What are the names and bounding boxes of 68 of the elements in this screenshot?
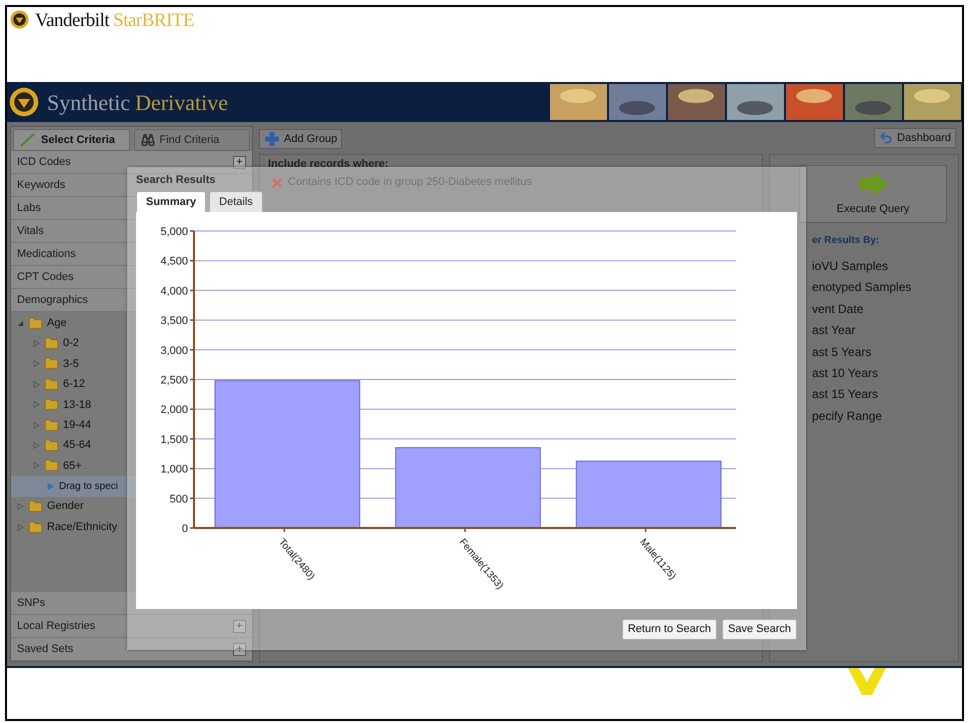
filter-option[interactable]: enotyped Samples bbox=[812, 277, 912, 299]
back-arrow-icon bbox=[879, 131, 894, 145]
tree-item[interactable]: 19-44 bbox=[11, 414, 252, 436]
query-heading: Include records where: bbox=[268, 157, 390, 172]
filter-option[interactable]: ast 5 Years bbox=[812, 342, 912, 364]
folder-icon bbox=[44, 438, 59, 454]
y-tick-label: 3,000 bbox=[160, 344, 188, 357]
brand-name: Vanderbilt bbox=[35, 10, 110, 32]
pencil-icon bbox=[20, 133, 36, 147]
sidebar-tab[interactable]: Find Criteria bbox=[134, 129, 250, 151]
filter-option[interactable]: vent Date bbox=[812, 298, 912, 320]
y-tick-label: 0 bbox=[182, 523, 188, 535]
collapsed-triangle-icon[interactable] bbox=[33, 442, 40, 450]
dialog-title: Search Results bbox=[136, 173, 216, 188]
collapsed-triangle-icon[interactable] bbox=[17, 503, 24, 510]
collapsed-triangle-icon[interactable] bbox=[33, 462, 40, 470]
folder-icon bbox=[44, 418, 59, 433]
folder-icon bbox=[28, 520, 43, 535]
expanded-triangle-icon[interactable] bbox=[17, 320, 24, 327]
collapsed-triangle-icon[interactable] bbox=[33, 360, 40, 368]
y-tick-label: 5,000 bbox=[160, 226, 188, 238]
folder-icon bbox=[44, 397, 59, 412]
category-header[interactable]: Local Registries + bbox=[11, 615, 252, 638]
filter-option[interactable]: ioVU Samples bbox=[812, 256, 912, 278]
dialog-tab[interactable]: Details bbox=[209, 191, 263, 212]
dialog-tab[interactable]: Summary bbox=[136, 191, 206, 212]
dialog-button[interactable]: Save Search bbox=[722, 619, 797, 640]
product-name: StarBRITE bbox=[113, 10, 194, 32]
filter-heading: er Results By: bbox=[812, 234, 880, 248]
add-group-button[interactable]: Add Group bbox=[259, 129, 342, 149]
folder-icon bbox=[44, 376, 59, 392]
close-icon[interactable] bbox=[272, 178, 282, 188]
seal-logo-icon bbox=[9, 87, 39, 117]
dialog-button[interactable]: Return to Search bbox=[622, 619, 718, 640]
folder-icon bbox=[28, 316, 43, 331]
filter-option[interactable]: pecify Range bbox=[812, 406, 912, 428]
folder-icon bbox=[44, 336, 59, 352]
folder-icon bbox=[28, 499, 43, 514]
chevron-icon bbox=[848, 668, 886, 695]
y-tick-label: 2,000 bbox=[160, 404, 188, 416]
execute-query-button[interactable]: Execute Query bbox=[799, 165, 947, 223]
collapsed-triangle-icon[interactable] bbox=[47, 482, 54, 490]
folder-icon bbox=[44, 458, 59, 474]
right-arrow-icon bbox=[857, 170, 889, 198]
category-header[interactable]: ICD Codes + bbox=[11, 151, 252, 174]
collapsed-triangle-icon[interactable] bbox=[33, 401, 40, 408]
seal-logo-icon bbox=[10, 10, 29, 29]
app-title-first: Synthetic bbox=[47, 88, 130, 117]
y-tick-label: 1,000 bbox=[160, 464, 188, 476]
filter-option[interactable]: ast 10 Years bbox=[812, 363, 912, 384]
add-button[interactable]: + bbox=[233, 156, 246, 168]
sidebar-tab[interactable]: Select Criteria bbox=[13, 129, 130, 151]
binoculars-icon bbox=[140, 133, 154, 147]
y-tick-label: 1,500 bbox=[160, 434, 188, 446]
collapsed-triangle-icon[interactable] bbox=[33, 340, 40, 348]
collapsed-triangle-icon[interactable] bbox=[33, 380, 40, 388]
filter-option[interactable]: ast Year bbox=[812, 320, 912, 342]
dashboard-button[interactable]: Dashboard bbox=[874, 128, 956, 148]
collapsed-triangle-icon[interactable] bbox=[17, 524, 24, 531]
collapsed-triangle-icon[interactable] bbox=[33, 422, 40, 429]
y-tick-label: 4,500 bbox=[160, 256, 188, 268]
y-tick-label: 3,500 bbox=[160, 315, 188, 328]
y-tick-label: 2,500 bbox=[160, 374, 188, 386]
app-title-second: Derivative bbox=[135, 88, 228, 116]
add-button[interactable]: + bbox=[233, 620, 246, 632]
filter-option[interactable]: ast 15 Years bbox=[812, 384, 912, 406]
folder-icon bbox=[44, 356, 59, 372]
plus-icon bbox=[264, 131, 280, 147]
